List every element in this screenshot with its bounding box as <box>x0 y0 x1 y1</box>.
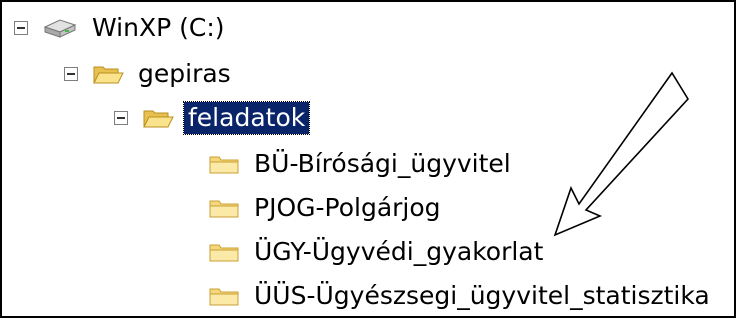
folder-tree-view: WinXP (C:) gepiras feladatok BÜ-Bírósági… <box>0 0 736 318</box>
arrow-pointer-icon <box>553 71 689 237</box>
